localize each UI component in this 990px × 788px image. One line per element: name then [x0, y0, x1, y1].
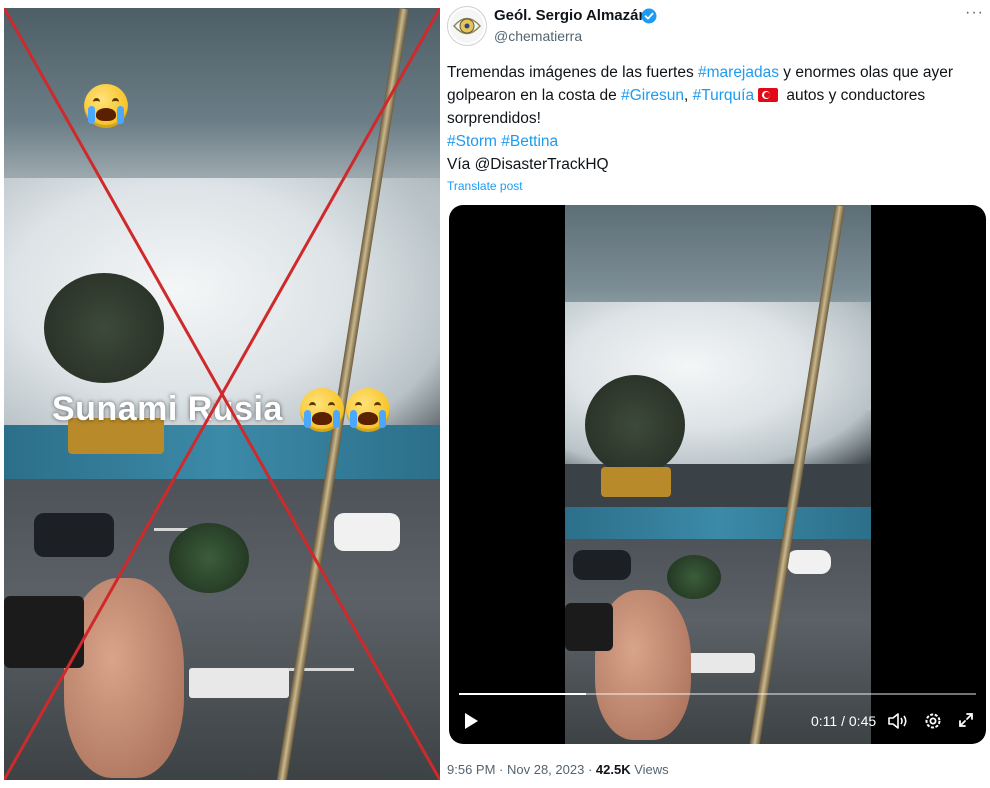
display-name[interactable]: Geól. Sergio Almazán: [494, 7, 648, 24]
handle[interactable]: @chematierra: [494, 28, 582, 44]
views-label: Views: [630, 762, 669, 777]
translate-post-link[interactable]: Translate post: [447, 179, 523, 193]
fullscreen-icon[interactable]: [957, 711, 975, 729]
hashtag-giresun[interactable]: #Giresun: [621, 87, 684, 104]
hashtag-storm[interactable]: #Storm: [447, 133, 497, 150]
post-time[interactable]: 9:56 PM: [447, 762, 495, 777]
post-date[interactable]: Nov 28, 2023: [507, 762, 584, 777]
text-segment: ,: [683, 87, 693, 104]
text-segment: Tremendas imágenes de las fuertes: [447, 64, 698, 81]
phone-in-hand: [565, 603, 613, 651]
views-count: 42.5K: [595, 762, 631, 777]
avatar[interactable]: [447, 6, 487, 46]
turkey-flag-icon: [758, 88, 779, 102]
white-car: [787, 550, 831, 574]
volume-icon[interactable]: [887, 711, 909, 731]
tweet-text: Tremendas imágenes de las fuertes #marej…: [447, 61, 982, 176]
time-readout: 0:11 / 0:45: [811, 713, 876, 729]
via-credit: Vía @DisasterTrackHQ: [447, 156, 609, 173]
excavator: [601, 467, 671, 497]
meta-separator: ·: [584, 762, 596, 777]
red-x-mark: [4, 8, 440, 780]
tree: [585, 375, 685, 475]
more-horizontal-icon[interactable]: ···: [965, 4, 984, 22]
settings-icon[interactable]: [923, 711, 943, 731]
duration: 0:45: [848, 713, 877, 729]
verified-badge-icon: [641, 8, 657, 24]
hashtag-turquia[interactable]: #Turquía: [693, 87, 754, 104]
progress-fill: [459, 693, 586, 695]
hashtag-marejadas[interactable]: #marejadas: [698, 64, 779, 81]
current-time: 0:11: [811, 713, 838, 729]
text-segment: sorprendidos!: [447, 110, 541, 127]
meta-separator: ·: [495, 762, 507, 777]
green-car: [667, 555, 721, 599]
text-segment: y enormes olas que ayer: [779, 64, 954, 81]
time-separator: /: [837, 713, 849, 729]
hashtag-bettina[interactable]: #Bettina: [501, 133, 558, 150]
white-truck: [689, 653, 755, 673]
play-icon[interactable]: [461, 711, 481, 731]
text-segment: autos y conductores: [782, 87, 926, 104]
promenade: [565, 506, 871, 540]
dark-car: [573, 550, 631, 580]
tweet: Geól. Sergio Almazán @chematierra ··· Tr…: [447, 0, 990, 788]
video-player[interactable]: 0:11 / 0:45: [449, 205, 986, 744]
text-segment: golpearon en la costa de: [447, 87, 622, 104]
fake-claim-image: Sunami Rusia: [4, 8, 440, 780]
video-frame: [565, 205, 871, 744]
progress-bar[interactable]: [459, 693, 976, 695]
post-metadata: 9:56 PM · Nov 28, 2023 · 42.5K Views: [447, 762, 669, 777]
